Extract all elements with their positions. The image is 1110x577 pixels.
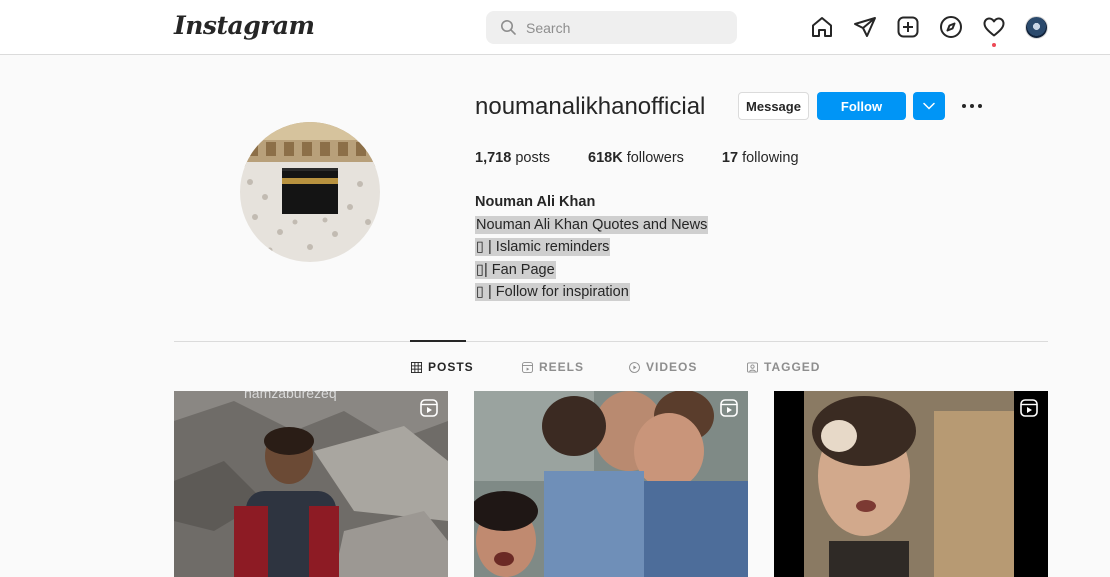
tab-tagged[interactable]: TAGGED [747,360,820,374]
bio-line: Nouman Ali Khan Quotes and News [475,215,709,234]
follow-button[interactable]: Follow [817,92,906,120]
tab-posts[interactable]: POSTS [411,360,474,374]
reel-badge-icon [720,399,738,417]
video-icon [629,361,640,373]
activity-heart-icon[interactable] [982,15,1006,39]
bio-line: ▯ | Islamic reminders [475,238,611,256]
post-overlay-text: hamzaburezeq [244,391,337,401]
followers-label: followers [626,150,684,166]
profile-stats: 1,718 posts 618K followers 17 following [475,150,837,166]
notification-dot [992,43,996,47]
tab-label: TAGGED [764,360,821,374]
direct-icon[interactable] [853,15,877,39]
posts-stat: 1,718 posts [475,150,550,166]
chevron-down-icon [923,102,935,110]
grid-icon [411,361,422,373]
profile-full-name: Nouman Ali Khan [475,194,596,210]
more-options-icon[interactable] [960,96,984,116]
posts-count: 1,718 [475,150,512,166]
following-stat[interactable]: 17 following [722,150,799,166]
top-navigation-bar: Instagram [0,0,1110,55]
message-button[interactable]: Message [738,92,809,120]
active-tab-indicator [410,340,466,342]
tab-label: VIDEOS [646,360,698,374]
tabs-divider [174,341,1048,342]
following-count: 17 [721,150,739,166]
tab-label: REELS [539,360,585,374]
instagram-logo[interactable]: Instagram [174,11,315,40]
post-image [474,391,748,577]
tagged-icon [747,361,758,373]
tab-videos[interactable]: VIDEOS [629,360,697,374]
tab-reels[interactable]: REELS [522,360,584,374]
suggested-accounts-button[interactable] [913,92,945,120]
reel-badge-icon [420,399,438,417]
post-thumbnail[interactable]: hamzaburezeq [174,391,448,577]
tab-label: POSTS [428,360,474,374]
reels-icon [522,361,533,373]
profile-bio: Nouman Ali Khan Nouman Ali Khan Quotes a… [475,191,709,304]
post-thumbnail[interactable] [774,391,1048,577]
post-thumbnail[interactable] [474,391,748,577]
explore-icon[interactable] [939,15,963,39]
following-label: following [742,150,799,166]
followers-count: 618K [588,150,623,166]
bio-line: ▯ | Follow for inspiration [475,283,630,301]
home-icon[interactable] [810,15,834,39]
new-post-icon[interactable] [896,15,920,39]
search-icon [501,20,516,35]
posts-label: posts [515,150,550,166]
kaaba-photo [240,122,380,262]
search-input[interactable] [526,11,726,44]
post-image [174,391,448,577]
post-image [774,391,1048,577]
followers-stat[interactable]: 618K followers [588,150,684,166]
bio-line: ▯| Fan Page [475,260,556,279]
search-box[interactable] [486,11,737,44]
profile-username: noumanalikhanofficial [475,93,706,120]
profile-avatar[interactable] [240,122,380,262]
reel-badge-icon [1020,399,1038,417]
nav-profile-avatar[interactable] [1025,16,1048,39]
